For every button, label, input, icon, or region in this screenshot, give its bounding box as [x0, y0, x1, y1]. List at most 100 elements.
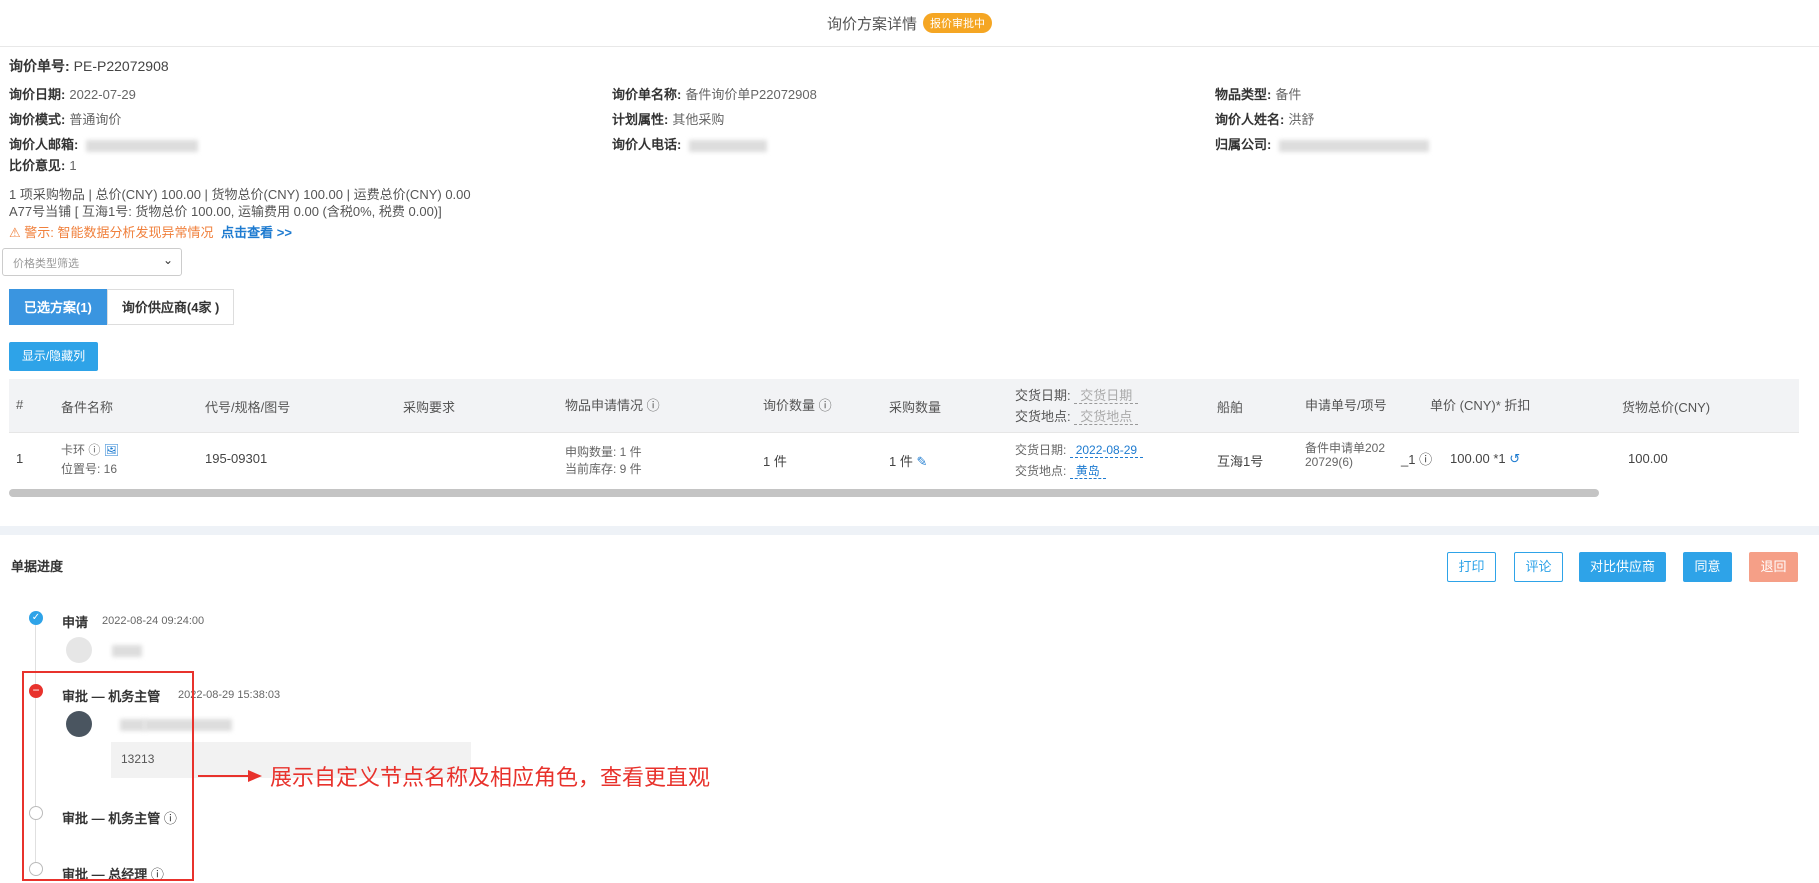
col-inquiry-qty: 询价数量 ⓘ	[763, 395, 832, 414]
price-opinion-value: 1	[69, 158, 77, 173]
page-title: 询价方案详情	[826, 15, 917, 33]
delivery-place-batch-input[interactable]: 交货地点	[1074, 409, 1139, 425]
inquiry-mode-value: 普通询价	[69, 112, 122, 127]
plan-attr-value: 其他采购	[672, 112, 725, 127]
warning-text: 警示: 智能数据分析发现异常情况	[24, 225, 214, 240]
inquiry-name: 询价单名称: 备件询价单P22072908	[612, 84, 817, 103]
row-delivery-date: 交货日期: 2022-08-29	[1015, 441, 1144, 458]
warning-icon: ⚠	[9, 225, 21, 240]
inquiry-mode-label: 询价模式:	[9, 112, 66, 127]
highlight-box	[22, 671, 194, 881]
row-delivery-date-label: 交货日期:	[1015, 443, 1067, 457]
row-code: 195-09301	[205, 451, 268, 466]
warning-row: ⚠ 警示: 智能数据分析发现异常情况 点击查看 >>	[9, 222, 292, 241]
return-button[interactable]: 退回	[1749, 552, 1798, 582]
col-code: 代号/规格/图号	[205, 400, 291, 415]
col-delivery-date-label: 交货日期:	[1015, 388, 1071, 403]
summary-supplier: A77号当铺 [ 互海1号: 货物总价 100.00, 运输费用 0.00 (含…	[9, 204, 442, 219]
price-type-filter[interactable]: 价格类型筛选 ⌄	[2, 248, 182, 276]
inquirer-email: 询价人邮箱:	[9, 134, 199, 153]
annotation-text: 展示自定义节点名称及相应角色，查看更直观	[270, 765, 711, 790]
inquiry-no-value: PE-P22072908	[73, 58, 169, 74]
col-requirement: 采购要求	[403, 400, 456, 415]
col-purchase-qty: 采购数量	[889, 400, 942, 415]
col-apply-status: 物品申请情况 ⓘ	[565, 395, 660, 414]
part-name-text: 卡环	[61, 443, 86, 457]
step-apply-time: 2022-08-24 09:24:00	[102, 615, 205, 627]
info-icon[interactable]: ⓘ	[88, 443, 100, 457]
item-type: 物品类型: 备件	[1215, 84, 1301, 103]
unit-price-text: 100.00 *1	[1450, 451, 1506, 466]
delivery-date-batch-input[interactable]: 交货日期	[1074, 388, 1139, 404]
inquirer-name-label: 询价人姓名:	[1215, 112, 1285, 127]
inquirer-email-label: 询价人邮箱:	[9, 137, 79, 152]
row-apply-qty: 申购数量: 1 件	[565, 445, 642, 459]
col-total: 货物总价(CNY)	[1622, 400, 1711, 415]
view-anomaly-link[interactable]: 点击查看 >>	[221, 225, 292, 240]
avatar	[66, 637, 92, 663]
info-icon[interactable]: ⓘ	[819, 398, 832, 413]
print-button[interactable]: 打印	[1447, 552, 1496, 582]
col-delivery-place-label: 交货地点:	[1015, 409, 1071, 424]
col-part-name: 备件名称	[61, 400, 114, 415]
comment-button[interactable]: 评论	[1514, 552, 1563, 582]
compare-suppliers-button[interactable]: 对比供应商	[1579, 552, 1666, 582]
delivery-date-input[interactable]: 2022-08-29	[1069, 443, 1144, 458]
tab-selected-plan[interactable]: 已选方案(1)	[9, 289, 107, 325]
plan-attr: 计划属性: 其他采购	[612, 109, 724, 128]
price-type-filter-value: 价格类型筛选	[13, 258, 79, 270]
col-inquiry-qty-label: 询价数量	[763, 398, 816, 413]
inquirer-phone: 询价人电话:	[612, 134, 768, 153]
row-inquiry-qty: 1 件	[763, 454, 787, 469]
table-header: # 备件名称 代号/规格/图号 采购要求 物品申请情况 ⓘ 询价数量 ⓘ 采购数…	[9, 379, 1799, 433]
items-table: # 备件名称 代号/规格/图号 采购要求 物品申请情况 ⓘ 询价数量 ⓘ 采购数…	[9, 379, 1799, 489]
row-total: 100.00	[1628, 451, 1668, 466]
col-apply-no: 申请单号/项号	[1305, 398, 1387, 413]
history-icon[interactable]: ↺	[1509, 451, 1520, 466]
inquiry-no-label: 询价单号:	[9, 58, 70, 74]
row-ship: 互海1号	[1217, 454, 1264, 469]
col-index: #	[16, 397, 24, 412]
edit-icon[interactable]: ✎	[916, 454, 927, 469]
section-divider	[0, 526, 1819, 535]
tab-inquiry-suppliers[interactable]: 询价供应商(4家 )	[106, 289, 235, 325]
redacted-email	[86, 139, 199, 152]
inquirer-name: 询价人姓名: 洪舒	[1215, 109, 1314, 128]
item-type-value: 备件	[1275, 87, 1302, 102]
progress-title: 单据进度	[11, 559, 64, 574]
status-badge: 报价审批中	[923, 13, 992, 33]
info-icon[interactable]: ⓘ	[647, 398, 660, 413]
chevron-down-icon: ⌄	[162, 253, 173, 267]
show-hide-columns-button[interactable]: 显示/隐藏列	[9, 342, 98, 371]
inquirer-name-value: 洪舒	[1288, 112, 1315, 127]
inquiry-name-value: 备件询价单P22072908	[685, 87, 817, 102]
image-icon[interactable]: 🖼	[104, 443, 119, 457]
apply-no-link-line2[interactable]: 20729(6)	[1305, 455, 1353, 469]
row-unit-price: 100.00 *1 ↺	[1450, 451, 1520, 467]
redacted-user	[112, 645, 142, 657]
inquiry-mode: 询价模式: 普通询价	[9, 109, 121, 128]
apply-no-link-line1[interactable]: 备件申请单202	[1305, 439, 1385, 456]
price-opinion-label: 比价意见:	[9, 158, 66, 173]
apply-item-text: _1	[1401, 452, 1416, 467]
plan-attr-label: 计划属性:	[612, 112, 669, 127]
check-icon: ✓	[29, 611, 43, 625]
inquirer-phone-label: 询价人电话:	[612, 137, 682, 152]
delivery-place-input[interactable]: 黄岛	[1069, 464, 1106, 479]
arrow-icon	[198, 770, 262, 782]
inquiry-name-label: 询价单名称:	[612, 87, 682, 102]
row-stock: 当前库存: 9 件	[565, 462, 642, 476]
step-apply-title: 申请	[62, 615, 89, 630]
tab-bar: 已选方案(1) 询价供应商(4家 )	[9, 289, 235, 325]
row-delivery-place-label: 交货地点:	[1015, 464, 1067, 478]
inquiry-date-value: 2022-07-29	[69, 87, 136, 102]
page-header: 询价方案详情 报价审批中	[0, 0, 1819, 47]
purchase-qty-text: 1 件	[889, 454, 913, 469]
row-part-name: 卡环 ⓘ 🖼	[61, 441, 119, 458]
agree-button[interactable]: 同意	[1683, 552, 1732, 582]
row-apply-item: _1 ⓘ	[1401, 449, 1432, 468]
company-label: 归属公司:	[1215, 137, 1272, 152]
horizontal-scrollbar[interactable]	[9, 489, 1599, 497]
info-icon[interactable]: ⓘ	[1419, 452, 1432, 467]
row-position: 位置号: 16	[61, 462, 118, 476]
